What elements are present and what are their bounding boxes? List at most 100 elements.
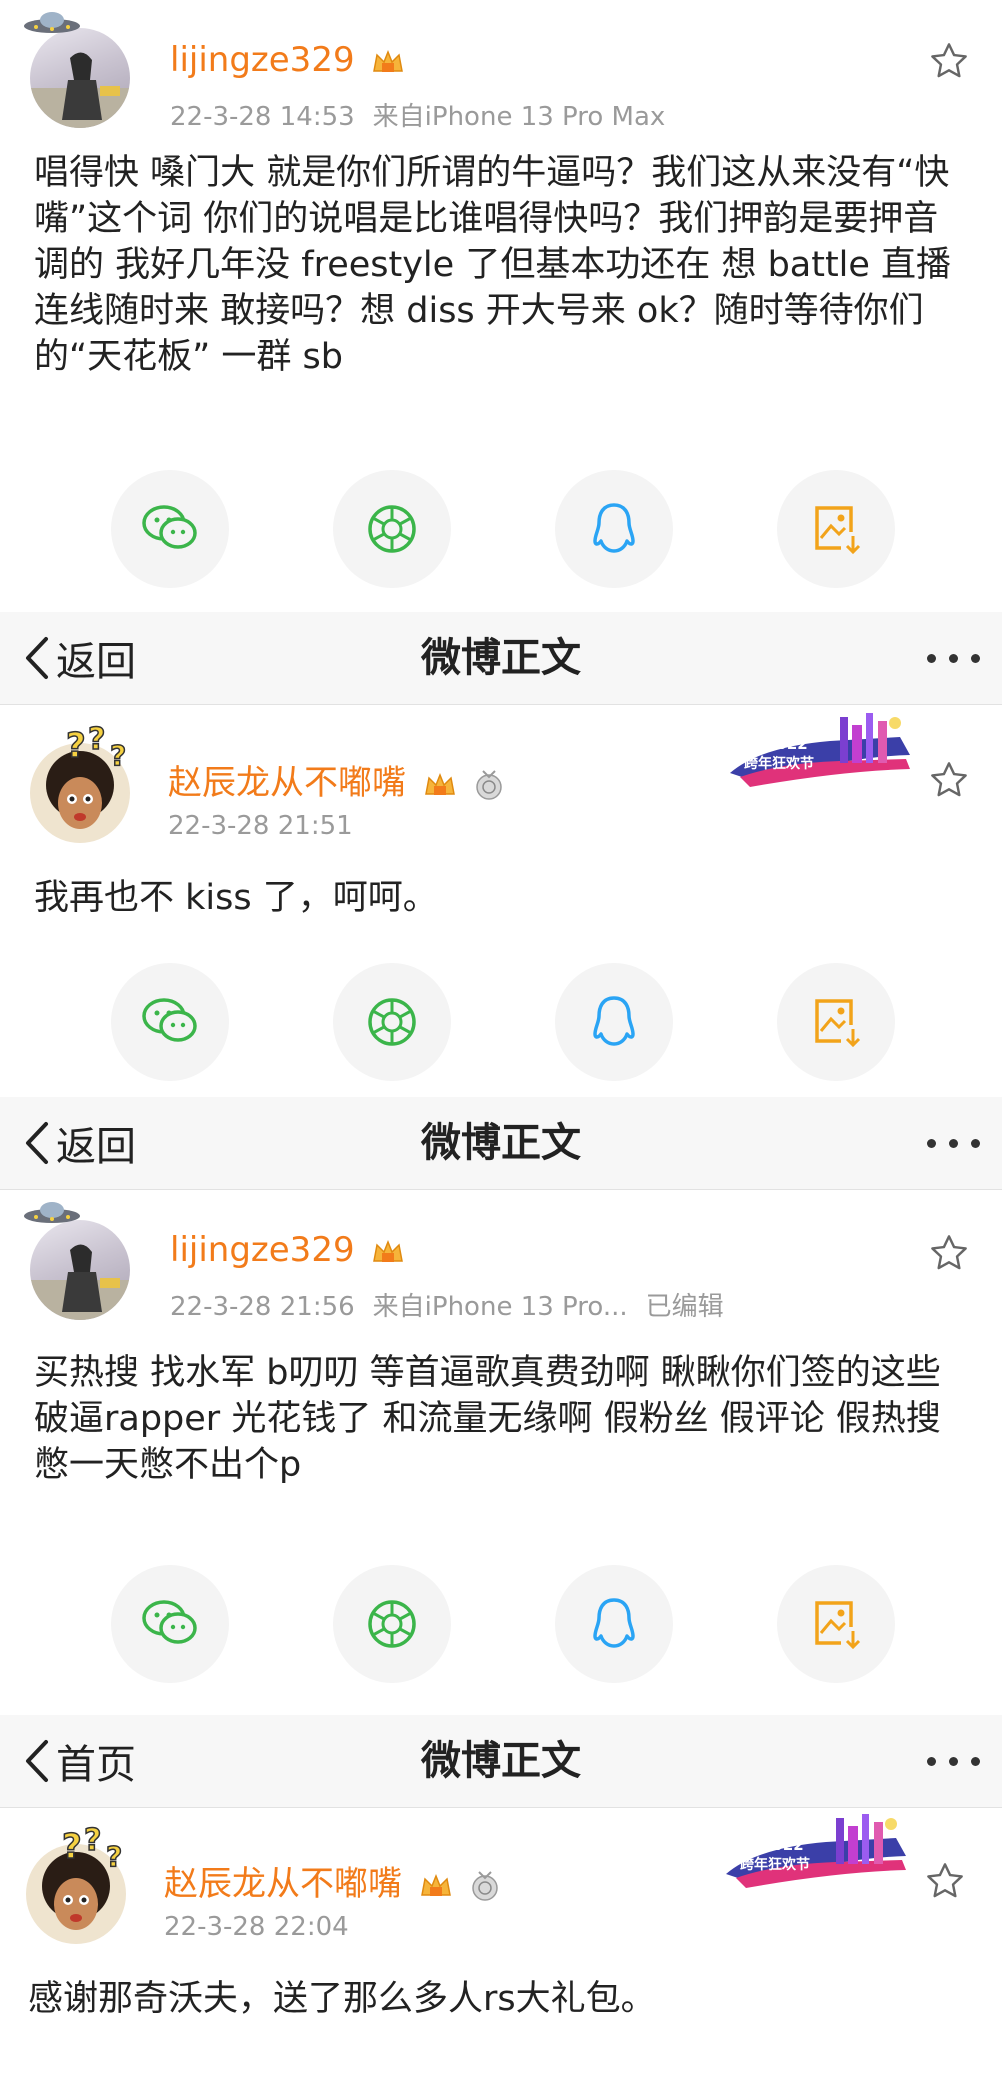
back-button[interactable]: 首页 (22, 1715, 136, 1807)
post-time: 22-3-28 21:51 (168, 811, 353, 841)
post-card: ? ? ? 赵辰龙从不嘟嘴 22-3-28 21:51 2022 跨年狂欢节 我… (0, 705, 1002, 1097)
nav-bar: 首页 微博正文 (0, 1715, 1002, 1808)
favorite-star-icon[interactable] (928, 759, 970, 801)
back-label[interactable]: 返回 (56, 629, 136, 687)
badge-year: 2022 (762, 1836, 804, 1854)
vip-crown-icon (424, 772, 455, 795)
share-bar (0, 1565, 1002, 1685)
svg-text:?: ? (66, 726, 86, 766)
wechat-icon (142, 505, 197, 549)
share-moments-button[interactable] (333, 963, 451, 1081)
chevron-left-icon (26, 1122, 48, 1164)
moments-icon (368, 998, 416, 1046)
svg-text:?: ? (84, 1823, 101, 1858)
share-wechat-button[interactable] (111, 1565, 229, 1683)
post-content: 买热搜 找水军 b叨叨 等首逼歌真费劲啊 瞅瞅你们签的这些破逼rapper 光花… (34, 1353, 941, 1485)
share-wechat-button[interactable] (111, 963, 229, 1081)
chevron-left-icon (26, 1740, 48, 1782)
page-title: 微博正文 (421, 1120, 581, 1166)
post-source: 来自iPhone 13 Pro... (372, 1292, 628, 1322)
share-wechat-button[interactable] (111, 470, 229, 588)
post-meta: 22-3-28 22:04 (164, 1912, 349, 1942)
medal-icon (471, 1870, 498, 1901)
svg-text:?: ? (88, 722, 105, 757)
moments-icon (368, 505, 416, 553)
post-meta: 22-3-28 21:56 来自iPhone 13 Pro... 已编辑 (170, 1286, 724, 1323)
event-badge[interactable]: 2022 跨年狂欢节 (720, 711, 920, 791)
page-title: 微博正文 (421, 1738, 581, 1784)
ufo-decoration-icon (24, 1202, 80, 1223)
svg-text:?: ? (62, 1827, 82, 1867)
nav-bar: 返回 微博正文 (0, 1097, 1002, 1190)
event-badge[interactable]: 2022 跨年狂欢节 (716, 1812, 916, 1892)
post-time: 22-3-28 14:53 (170, 102, 355, 132)
back-button[interactable]: 返回 (22, 612, 136, 704)
vip-crown-icon (373, 49, 404, 72)
post-content: 感谢那奇沃夫，送了那么多人rs大礼包。 (28, 1979, 656, 2019)
share-qq-button[interactable] (555, 963, 673, 1081)
username[interactable]: 赵辰龙从不嘟嘴 (168, 755, 504, 804)
back-button[interactable]: 返回 (22, 1097, 136, 1189)
post-card: ? ? ? 赵辰龙从不嘟嘴 22-3-28 22:04 2022 跨年狂欢节 感… (0, 1808, 1002, 2081)
avatar[interactable] (30, 28, 130, 128)
post-content: 我再也不 kiss 了，呵呵。 (34, 878, 438, 918)
favorite-star-icon[interactable] (928, 1232, 970, 1274)
chevron-left-icon (26, 637, 48, 679)
username-text[interactable]: 赵辰龙从不嘟嘴 (164, 1864, 402, 1904)
question-marks-decoration-icon: ? ? ? (61, 1822, 123, 1874)
avatar[interactable] (30, 1220, 130, 1320)
share-moments-button[interactable] (333, 1565, 451, 1683)
share-moments-button[interactable] (333, 470, 451, 588)
badge-text: 跨年狂欢节 (744, 756, 814, 772)
post-card: lijingze329 22-3-28 21:56 来自iPhone 13 Pro… (0, 1190, 1002, 1715)
edited-label: 已编辑 (645, 1292, 724, 1322)
username[interactable]: 赵辰龙从不嘟嘴 (164, 1856, 500, 1905)
badge-text: 跨年狂欢节 (740, 1857, 810, 1873)
share-qq-button[interactable] (555, 1565, 673, 1683)
post-meta: 22-3-28 21:51 (168, 811, 353, 841)
share-bar (0, 963, 1002, 1083)
username[interactable]: lijingze329 (170, 40, 405, 80)
save-image-icon (815, 1601, 861, 1650)
vip-crown-icon (420, 1873, 451, 1896)
save-image-button[interactable] (777, 1565, 895, 1683)
svg-text:?: ? (110, 739, 126, 772)
share-qq-button[interactable] (555, 470, 673, 588)
svg-text:?: ? (106, 1840, 122, 1873)
save-image-icon (815, 999, 861, 1048)
post-meta: 22-3-28 14:53 来自iPhone 13 Pro Max (170, 96, 665, 133)
page-title: 微博正文 (421, 635, 581, 681)
medal-icon (475, 769, 502, 800)
save-image-button[interactable] (777, 963, 895, 1081)
save-image-icon (815, 506, 861, 555)
post-content: 唱得快 嗓门大 就是你们所谓的牛逼吗？我们这从来没有“快嘴”这个词 你们的说唱是… (34, 153, 952, 377)
moments-icon (368, 1600, 416, 1648)
back-label[interactable]: 返回 (56, 1114, 136, 1172)
more-options-icon[interactable] (914, 1097, 980, 1189)
username-text[interactable]: 赵辰龙从不嘟嘴 (168, 763, 406, 803)
question-marks-decoration-icon: ? ? ? (65, 721, 127, 773)
share-bar (0, 470, 1002, 590)
favorite-star-icon[interactable] (924, 1860, 966, 1902)
username[interactable]: lijingze329 (170, 1230, 405, 1270)
qq-icon (593, 1598, 635, 1648)
more-options-icon[interactable] (914, 612, 980, 704)
more-options-icon[interactable] (914, 1715, 980, 1807)
post-time: 22-3-28 22:04 (164, 1912, 349, 1942)
save-image-button[interactable] (777, 470, 895, 588)
badge-year: 2022 (766, 735, 808, 753)
qq-icon (593, 503, 635, 553)
ufo-decoration-icon (24, 12, 80, 33)
nav-bar: 返回 微博正文 (0, 612, 1002, 705)
back-label[interactable]: 首页 (56, 1732, 136, 1790)
username-text[interactable]: lijingze329 (170, 40, 355, 80)
wechat-icon (142, 1600, 197, 1644)
post-source: 来自iPhone 13 Pro Max (372, 102, 666, 132)
post-card: lijingze329 22-3-28 14:53 来自iPhone 13 Pro… (0, 0, 1002, 612)
vip-crown-icon (373, 1239, 404, 1262)
favorite-star-icon[interactable] (928, 40, 970, 82)
post-time: 22-3-28 21:56 (170, 1292, 355, 1322)
wechat-icon (142, 998, 197, 1042)
username-text[interactable]: lijingze329 (170, 1230, 355, 1270)
qq-icon (593, 996, 635, 1046)
